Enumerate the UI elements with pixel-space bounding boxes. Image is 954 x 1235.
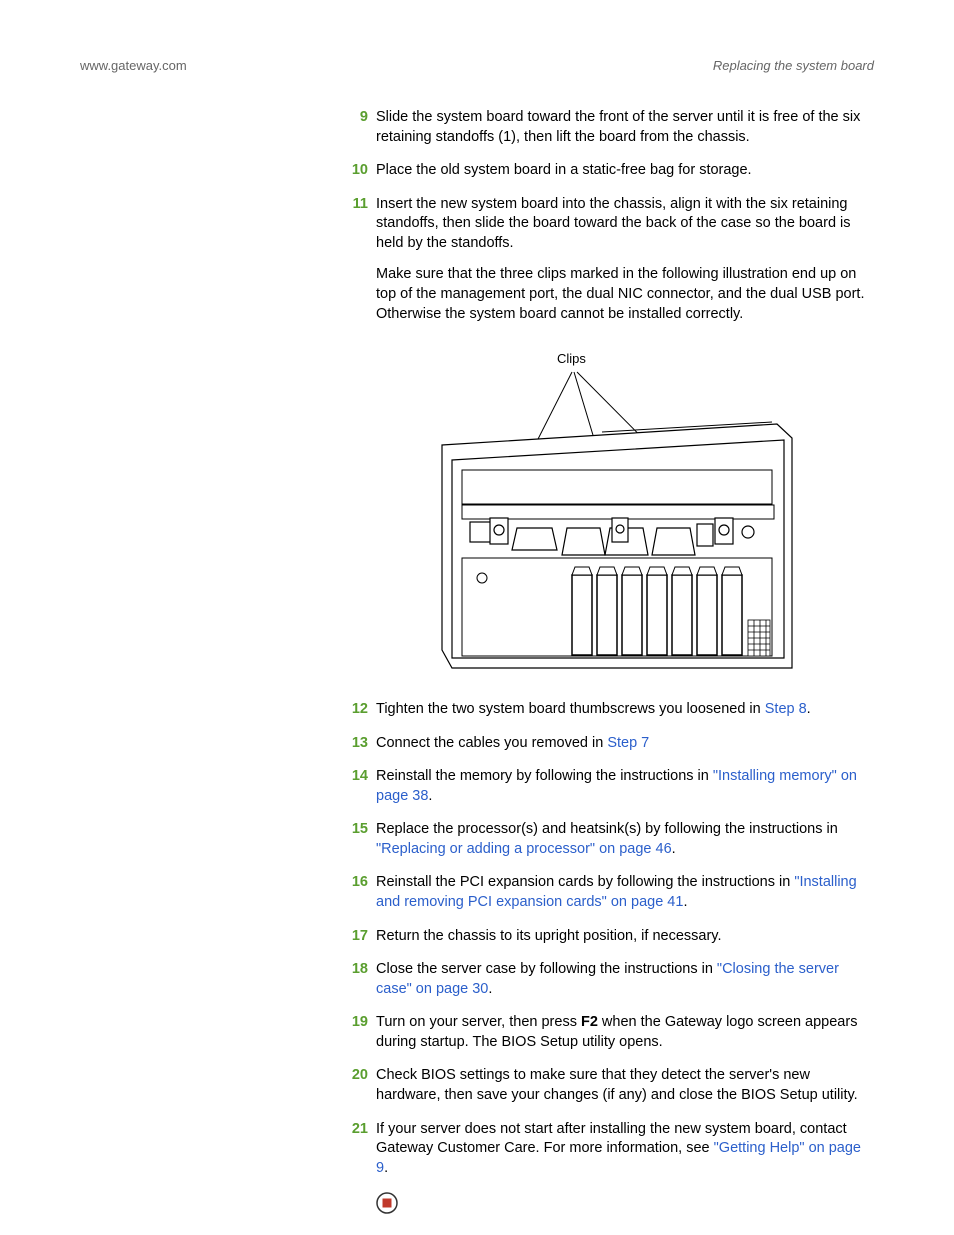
header-section-title: Replacing the system board: [713, 58, 874, 73]
step-16: 16 Reinstall the PCI expansion cards by …: [350, 873, 874, 912]
text: Reinstall the memory by following the in…: [376, 768, 713, 784]
step-number: 10: [350, 161, 376, 181]
text: Connect the cables you removed in: [376, 735, 607, 751]
step-21: 21 If your server does not start after i…: [350, 1120, 874, 1179]
clips-arrows-icon: [422, 350, 802, 680]
step-number: 19: [350, 1013, 376, 1052]
text: Tighten the two system board thumbscrews…: [376, 701, 765, 717]
step-text: Check BIOS settings to make sure that th…: [376, 1066, 874, 1105]
clips-illustration: Clips: [350, 350, 874, 680]
step-number: 12: [350, 700, 376, 720]
step-number: 13: [350, 734, 376, 754]
step-14: 14 Reinstall the memory by following the…: [350, 767, 874, 806]
step-9: 9 Slide the system board toward the fron…: [350, 108, 874, 147]
link-step-7[interactable]: Step 7: [607, 735, 649, 751]
step-text: Reinstall the PCI expansion cards by fol…: [376, 873, 874, 912]
header-url: www.gateway.com: [80, 58, 187, 73]
link-replacing-processor[interactable]: "Replacing or adding a processor" on pag…: [376, 841, 672, 857]
step-number: 21: [350, 1120, 376, 1179]
step-text: Replace the processor(s) and heatsink(s)…: [376, 820, 874, 859]
text: Close the server case by following the i…: [376, 961, 717, 977]
step-12: 12 Tighten the two system board thumbscr…: [350, 700, 874, 720]
main-content: 9 Slide the system board toward the fron…: [350, 108, 874, 1221]
text: Reinstall the PCI expansion cards by fol…: [376, 874, 794, 890]
step-text: Insert the new system board into the cha…: [376, 195, 874, 336]
step-text: Reinstall the memory by following the in…: [376, 767, 874, 806]
step-20: 20 Check BIOS settings to make sure that…: [350, 1066, 874, 1105]
step-text: Turn on your server, then press F2 when …: [376, 1013, 874, 1052]
step-11-p1: Insert the new system board into the cha…: [376, 195, 874, 254]
step-text: Close the server case by following the i…: [376, 960, 874, 999]
step-text: Return the chassis to its upright positi…: [376, 927, 874, 947]
step-number: 11: [350, 195, 376, 336]
step-18: 18 Close the server case by following th…: [350, 960, 874, 999]
step-11-p2: Make sure that the three clips marked in…: [376, 265, 874, 324]
text: .: [672, 841, 676, 857]
link-step-8[interactable]: Step 8: [765, 701, 807, 717]
text: .: [683, 894, 687, 910]
end-of-procedure-icon: [376, 1192, 874, 1221]
step-text: Connect the cables you removed in Step 7: [376, 734, 874, 754]
step-text: Tighten the two system board thumbscrews…: [376, 700, 874, 720]
step-10: 10 Place the old system board in a stati…: [350, 161, 874, 181]
key-f2: F2: [581, 1014, 598, 1030]
text: Turn on your server, then press: [376, 1014, 581, 1030]
step-text: Slide the system board toward the front …: [376, 108, 874, 147]
step-number: 9: [350, 108, 376, 147]
text: .: [384, 1160, 388, 1176]
text: Replace the processor(s) and heatsink(s)…: [376, 821, 838, 837]
text: .: [428, 788, 432, 804]
step-text: If your server does not start after inst…: [376, 1120, 874, 1179]
step-number: 15: [350, 820, 376, 859]
step-text: Place the old system board in a static-f…: [376, 161, 874, 181]
step-13: 13 Connect the cables you removed in Ste…: [350, 734, 874, 754]
step-17: 17 Return the chassis to its upright pos…: [350, 927, 874, 947]
step-number: 17: [350, 927, 376, 947]
text: .: [807, 701, 811, 717]
step-19: 19 Turn on your server, then press F2 wh…: [350, 1013, 874, 1052]
step-number: 14: [350, 767, 376, 806]
step-11: 11 Insert the new system board into the …: [350, 195, 874, 336]
step-number: 18: [350, 960, 376, 999]
step-number: 20: [350, 1066, 376, 1105]
page-header: www.gateway.com Replacing the system boa…: [80, 58, 874, 73]
text: .: [488, 981, 492, 997]
step-number: 16: [350, 873, 376, 912]
step-15: 15 Replace the processor(s) and heatsink…: [350, 820, 874, 859]
clips-label: Clips: [557, 350, 586, 368]
